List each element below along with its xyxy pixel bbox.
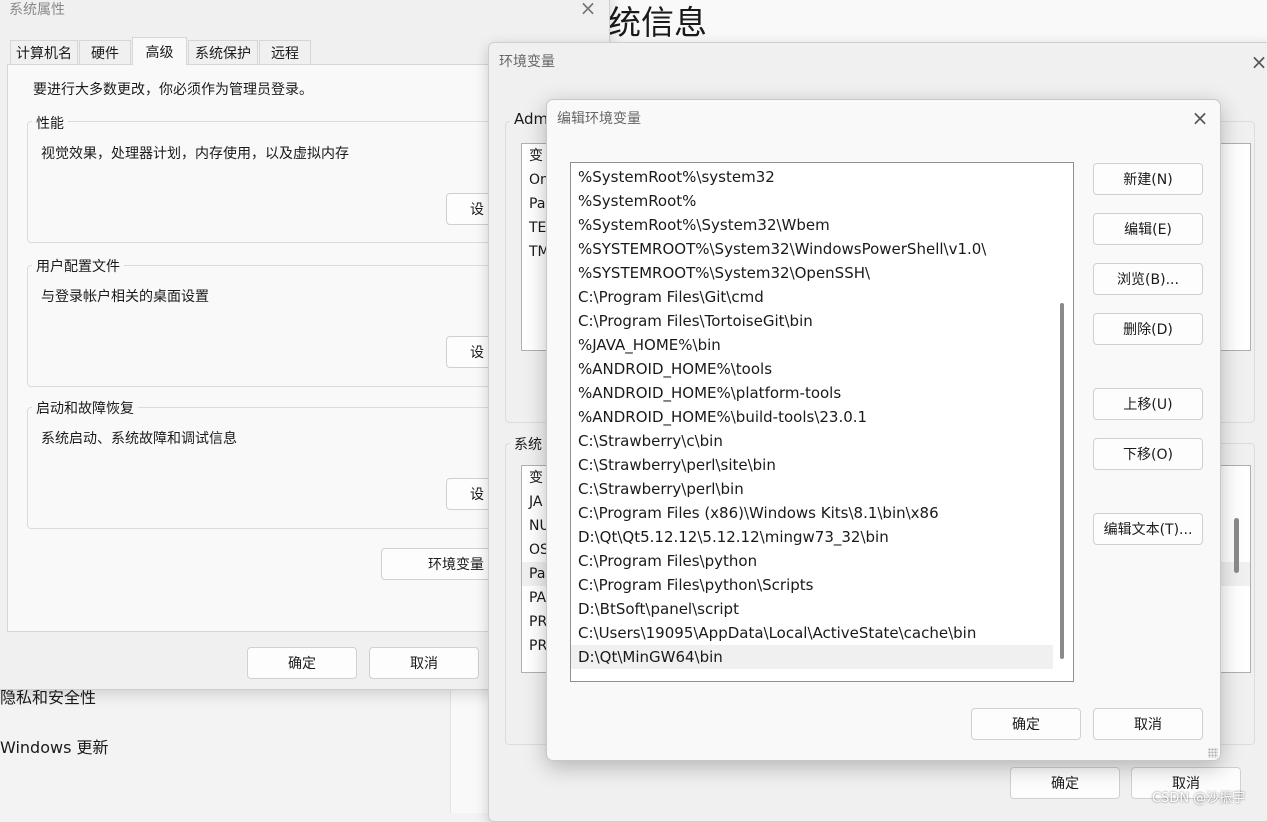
- path-list-item[interactable]: C:\Program Files\TortoiseGit\bin: [571, 309, 1053, 333]
- sys-props-ok-button[interactable]: 确定: [247, 647, 357, 679]
- delete-button[interactable]: 删除(D): [1093, 313, 1203, 345]
- edit-ok-button[interactable]: 确定: [971, 708, 1081, 740]
- edit-cancel-button[interactable]: 取消: [1093, 708, 1203, 740]
- path-list-rows: %SystemRoot%\system32 %SystemRoot% %System…: [571, 165, 1053, 669]
- settings-header-partial: 统信息: [608, 3, 707, 42]
- path-list-item[interactable]: %SYSTEMROOT%\System32\WindowsPowerShell\…: [571, 237, 1053, 261]
- move-down-button[interactable]: 下移(O): [1093, 438, 1203, 470]
- path-list-item[interactable]: C:\Strawberry\c\bin: [571, 429, 1053, 453]
- tab-advanced[interactable]: 高级: [132, 37, 187, 65]
- user-profile-desc: 与登录帐户相关的桌面设置: [41, 289, 209, 305]
- path-list-item[interactable]: %ANDROID_HOME%\build-tools\23.0.1: [571, 405, 1053, 429]
- nav-item-windows-update[interactable]: Windows 更新: [0, 734, 109, 758]
- path-list-item[interactable]: C:\Program Files\python: [571, 549, 1053, 573]
- path-list-item[interactable]: D:\Qt\MinGW64\bin: [571, 645, 1053, 669]
- path-list-item[interactable]: D:\BtSoft\panel\script: [571, 597, 1053, 621]
- path-list-item[interactable]: C:\Program Files\Git\cmd: [571, 285, 1053, 309]
- tab-computer-name[interactable]: 计算机名: [10, 40, 78, 64]
- edit-dialog-title: 编辑环境变量: [557, 111, 641, 127]
- startup-recovery-desc: 系统启动、系统故障和调试信息: [41, 431, 237, 447]
- path-list-item[interactable]: C:\Users\19095\AppData\Local\ActiveState…: [571, 621, 1053, 645]
- tab-remote[interactable]: 远程: [259, 40, 311, 64]
- path-list-item[interactable]: C:\Strawberry\perl\site\bin: [571, 453, 1053, 477]
- path-list-item[interactable]: %SystemRoot%\system32: [571, 165, 1053, 189]
- user-profile-title: 用户配置文件: [32, 256, 124, 276]
- path-list-item[interactable]: %ANDROID_HOME%\platform-tools: [571, 381, 1053, 405]
- path-list-scrollbar-thumb[interactable]: [1060, 303, 1064, 659]
- env-close-icon[interactable]: ×: [1247, 50, 1267, 74]
- performance-title: 性能: [32, 113, 68, 133]
- path-list-item[interactable]: %SYSTEMROOT%\System32\OpenSSH\: [571, 261, 1053, 285]
- path-list-item[interactable]: %SystemRoot%: [571, 189, 1053, 213]
- move-up-button[interactable]: 上移(U): [1093, 388, 1203, 420]
- path-list-item[interactable]: C:\Program Files\python\Scripts: [571, 573, 1053, 597]
- watermark: CSDN @沙振宇: [1152, 791, 1246, 806]
- close-icon[interactable]: ×: [577, 0, 599, 20]
- system-list-scrollbar-thumb[interactable]: [1234, 518, 1239, 573]
- path-list-item[interactable]: %ANDROID_HOME%\tools: [571, 357, 1053, 381]
- admin-note: 要进行大多数更改，你必须作为管理员登录。: [33, 82, 313, 98]
- env-dialog-title: 环境变量: [499, 54, 555, 70]
- path-list[interactable]: %SystemRoot%\system32 %SystemRoot% %System…: [570, 162, 1074, 682]
- startup-recovery-title: 启动和故障恢复: [32, 398, 138, 418]
- edit-environment-variable-dialog: 编辑环境变量 × %SystemRoot%\system32 %SystemRoo…: [546, 99, 1221, 761]
- path-list-item[interactable]: C:\Program Files (x86)\Windows Kits\8.1\…: [571, 501, 1053, 525]
- edit-button[interactable]: 编辑(E): [1093, 213, 1203, 245]
- resize-grip-icon[interactable]: [1208, 748, 1218, 758]
- performance-desc: 视觉效果，处理器计划，内存使用，以及虚拟内存: [41, 146, 349, 162]
- sys-props-cancel-button[interactable]: 取消: [369, 647, 479, 679]
- system-variables-label: 系统: [510, 434, 546, 454]
- edit-close-icon[interactable]: ×: [1188, 106, 1212, 130]
- path-list-item[interactable]: %SystemRoot%\System32\Wbem: [571, 213, 1053, 237]
- path-list-item[interactable]: %JAVA_HOME%\bin: [571, 333, 1053, 357]
- path-list-item[interactable]: C:\Strawberry\perl\bin: [571, 477, 1053, 501]
- env-ok-button[interactable]: 确定: [1010, 767, 1120, 799]
- edit-text-button[interactable]: 编辑文本(T)...: [1093, 513, 1203, 545]
- new-button[interactable]: 新建(N): [1093, 163, 1203, 195]
- tab-system-protection[interactable]: 系统保护: [188, 40, 258, 64]
- dialog-title: 系统属性: [9, 2, 65, 18]
- browse-button[interactable]: 浏览(B)...: [1093, 263, 1203, 295]
- path-list-item[interactable]: D:\Qt\Qt5.12.12\5.12.12\mingw73_32\bin: [571, 525, 1053, 549]
- tab-hardware[interactable]: 硬件: [79, 40, 131, 64]
